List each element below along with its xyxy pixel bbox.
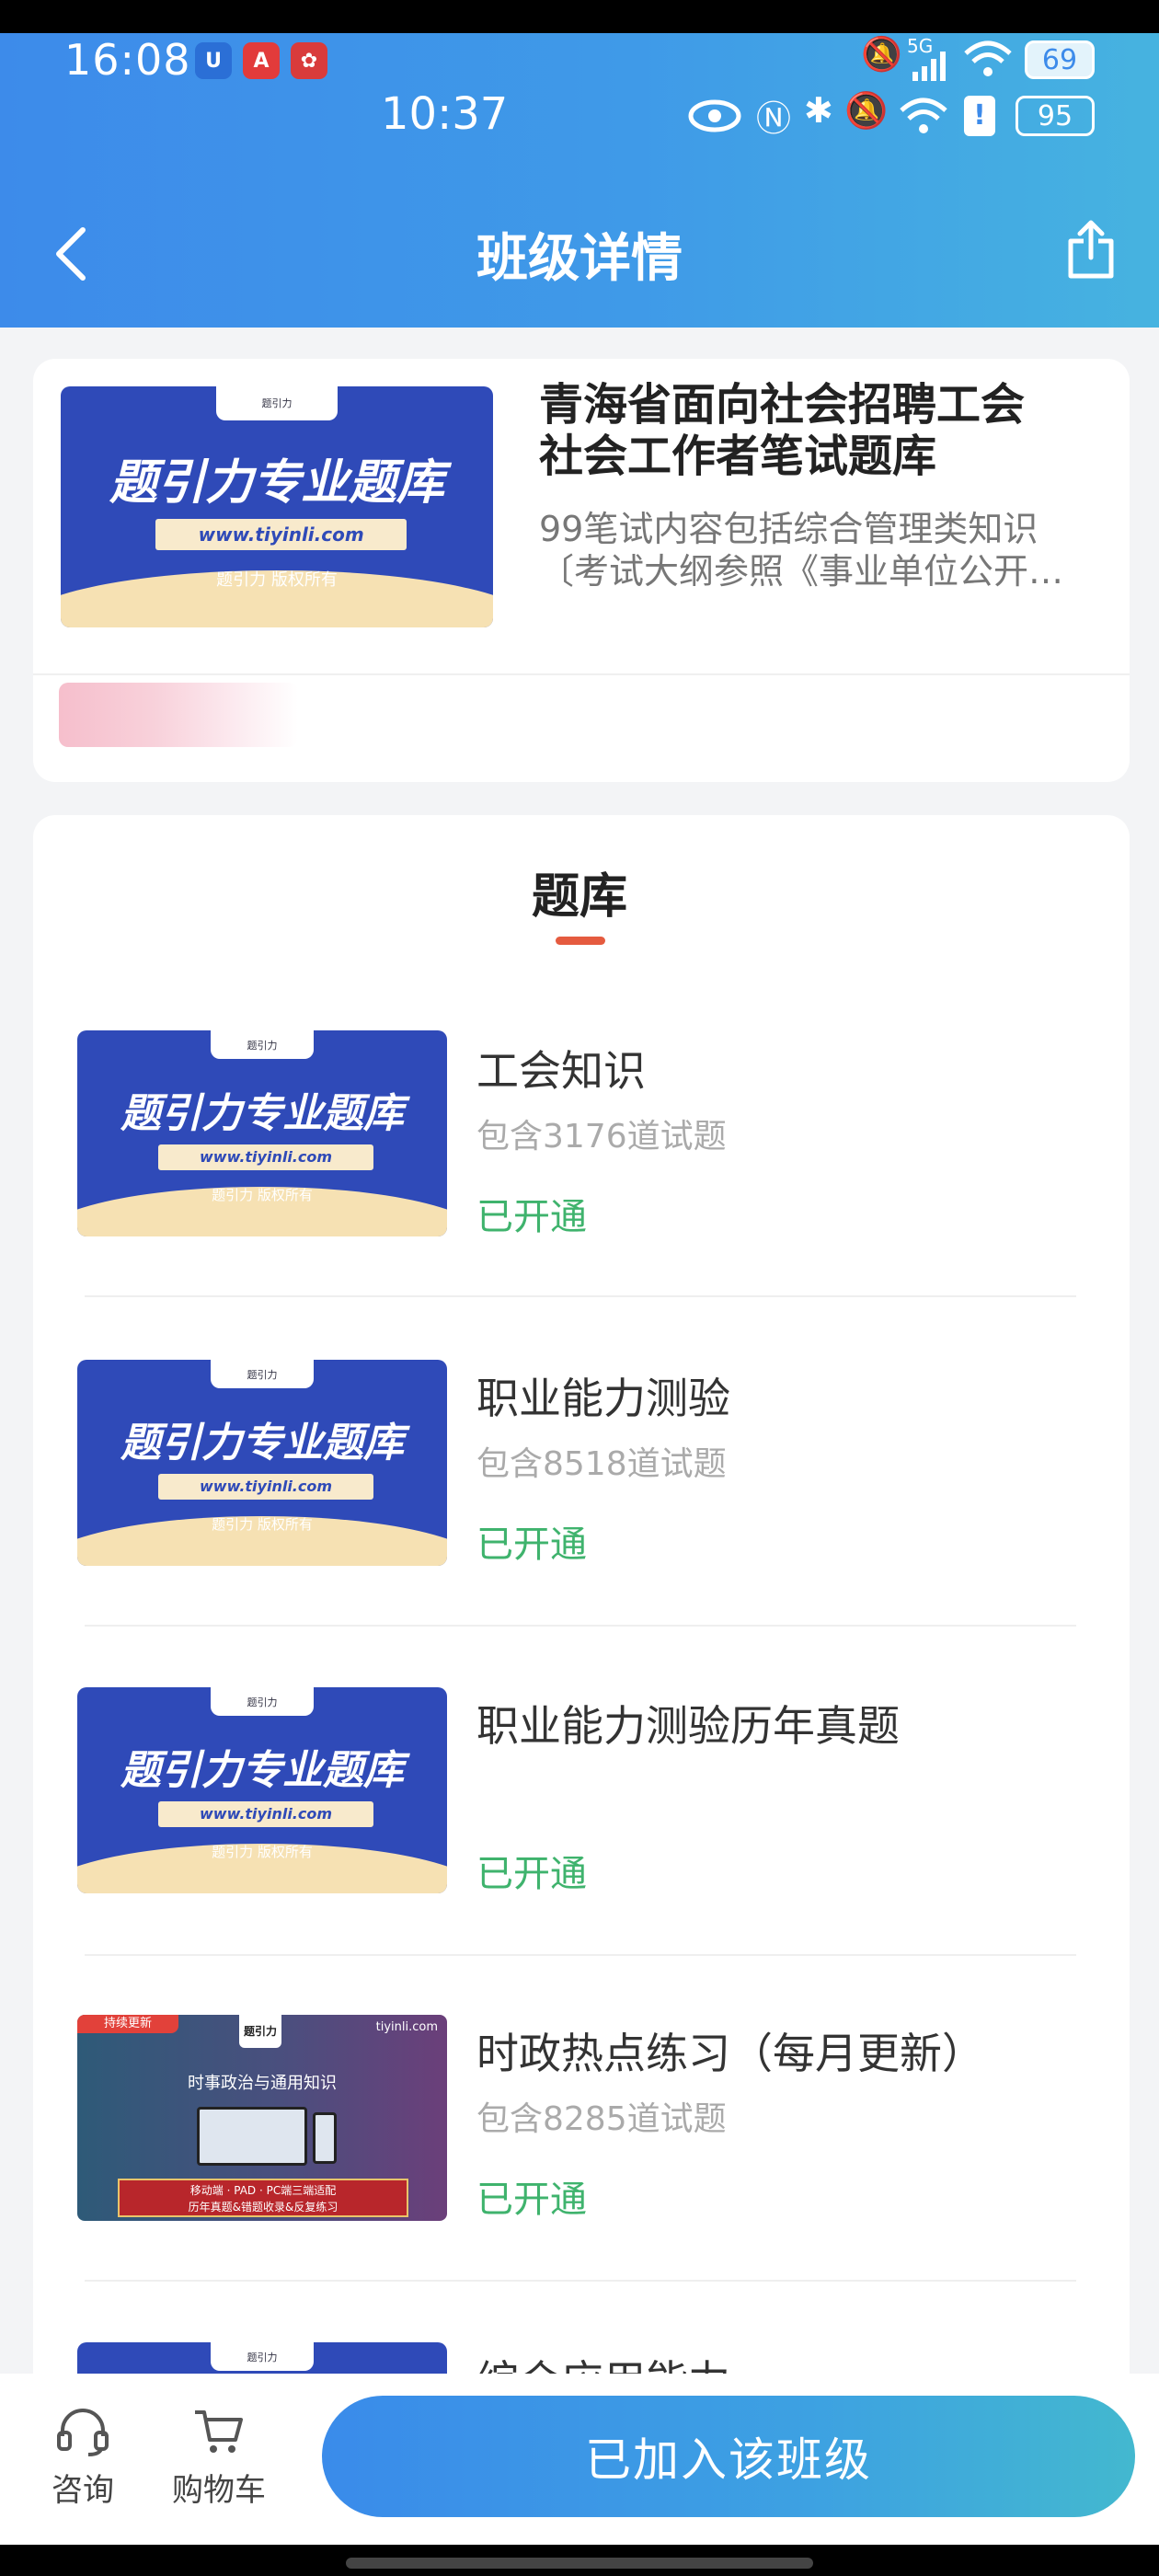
question-bank-thumbnail[interactable]: 题引力 题引力专业题库 www.tiyinli.com 题引力 版权所有	[77, 1687, 447, 1893]
thumb-headline: 题引力专业题库	[120, 1420, 404, 1466]
thumb-brand: 题引力	[210, 1687, 315, 1717]
wifi-icon	[964, 40, 1012, 76]
question-count: 包含8285道试题	[476, 2100, 727, 2138]
battery-inner-indicator: 95	[1016, 96, 1095, 136]
signal-icon	[912, 52, 946, 81]
wifi-icon	[900, 98, 947, 133]
divider	[85, 1295, 1076, 1297]
alert-icon: !	[964, 96, 995, 136]
question-bank-thumbnail[interactable]: 题引力 题引力专业题库 www.tiyinli.com 题引力 版权所有	[77, 1030, 447, 1236]
home-gesture-handle[interactable]	[346, 2558, 813, 2569]
status-label: 已开通	[476, 1524, 587, 1566]
status-time-inner: 10:37	[381, 88, 509, 140]
share-icon[interactable]	[1065, 219, 1117, 282]
thumb-brand: 题引力	[210, 1360, 315, 1389]
status-label: 已开通	[476, 2179, 587, 2221]
thumb-headline: 题引力专业题库	[120, 1747, 404, 1794]
thumb-copyright: 题引力 版权所有	[212, 1516, 313, 1533]
question-bank-name[interactable]: 时政热点练习（每月更新）	[476, 2020, 984, 2081]
thumb-url: www.tiyinli.com	[158, 1474, 373, 1500]
thumb-url: www.tiyinli.com	[158, 1801, 373, 1827]
nfc-icon: Ⓝ	[756, 98, 792, 139]
thumb-url: www.tiyinli.com	[155, 519, 407, 550]
thumb-copyright: 题引力 版权所有	[212, 1844, 313, 1860]
top-black-strip	[0, 0, 1159, 33]
course-desc-line: 〔考试大纲参照《事业单位公开…	[539, 551, 1064, 592]
divider	[85, 2280, 1076, 2282]
thumb-brand: 题引力	[210, 1030, 315, 1060]
course-desc-line: 99笔试内容包括综合管理类知识	[539, 509, 1039, 549]
app-notification-icon: ✿	[291, 42, 327, 79]
eye-icon	[688, 99, 741, 132]
joined-class-button[interactable]: 已加入该班级	[322, 2396, 1135, 2517]
thumb-site: tiyinli.com	[375, 2020, 438, 2034]
question-bank-name[interactable]: 职业能力测验历年真题	[476, 1693, 900, 1754]
shopping-cart-icon	[195, 2410, 243, 2453]
section-underline	[556, 937, 605, 945]
bluetooth-icon: ✱	[804, 90, 833, 131]
status-time-outer: 16:08	[64, 35, 191, 85]
page-title: 班级详情	[476, 229, 683, 289]
app-notification-icon: A	[243, 42, 280, 79]
mute-icon: 🔕	[861, 36, 902, 74]
divider	[85, 1625, 1076, 1627]
divider	[33, 673, 1130, 675]
thumb-brand: 题引力	[210, 2342, 315, 2372]
status-label: 已开通	[476, 1853, 587, 1895]
question-bank-name[interactable]: 工会知识	[476, 1038, 646, 1098]
consult-tab[interactable]: 咨询	[39, 2407, 127, 2510]
thumb-headline: 题引力专业题库	[120, 1090, 404, 1137]
cart-tab[interactable]: 购物车	[164, 2407, 274, 2510]
device-phone	[313, 2112, 337, 2164]
course-title-line: 社会工作者笔试题库	[539, 431, 937, 482]
banner-line: 移动端 · PAD · PC端三端适配	[189, 2184, 337, 2197]
banner-line: 历年真题&错题收录&反复练习	[188, 2201, 339, 2214]
feature-banner: 移动端 · PAD · PC端三端适配 历年真题&错题收录&反复练习	[118, 2179, 408, 2217]
course-cover-image: 题引力 题引力专业题库 www.tiyinli.com 题引力 版权所有	[61, 386, 493, 627]
course-description: 99笔试内容包括综合管理类知识 〔考试大纲参照《事业单位公开…	[539, 508, 1091, 592]
thumb-logo: 题引力	[239, 2015, 281, 2048]
thumb-headline: 时事政治与通用知识	[188, 2074, 337, 2093]
question-bank-thumbnail[interactable]: 题引力 题引力专业题库 www.tiyinli.com 题引力 版权所有	[77, 1360, 447, 1566]
question-count: 包含8518道试题	[476, 1445, 727, 1483]
headset-icon	[57, 2409, 109, 2456]
mute-icon: 🔕	[844, 90, 889, 131]
course-title: 青海省面向社会招聘工会 社会工作者笔试题库	[539, 379, 1091, 482]
section-title: 题库	[531, 869, 627, 925]
thumb-headline: 题引力专业题库	[109, 455, 444, 511]
thumb-copyright: 题引力 版权所有	[216, 570, 338, 590]
thumb-copyright: 题引力 版权所有	[212, 1187, 313, 1203]
question-count: 包含3176道试题	[476, 1118, 727, 1156]
status-label: 已开通	[476, 1196, 587, 1238]
consult-label: 咨询	[52, 2472, 114, 2509]
course-title-line: 青海省面向社会招聘工会	[539, 379, 1026, 431]
divider	[85, 1954, 1076, 1956]
device-laptop	[197, 2107, 307, 2166]
redacted-area	[59, 683, 298, 747]
thumb-url: www.tiyinli.com	[158, 1144, 373, 1170]
app-notification-icon: U	[195, 42, 232, 79]
question-bank-thumbnail[interactable]: 持续更新 题引力 tiyinli.com 时事政治与通用知识 移动端 · PAD…	[77, 2015, 447, 2221]
question-bank-name[interactable]: 职业能力测验	[476, 1365, 730, 1426]
update-badge: 持续更新	[77, 2015, 178, 2033]
cart-label: 购物车	[172, 2472, 266, 2509]
thumb-brand: 题引力	[216, 386, 338, 420]
battery-outer-indicator: 69	[1025, 40, 1095, 79]
